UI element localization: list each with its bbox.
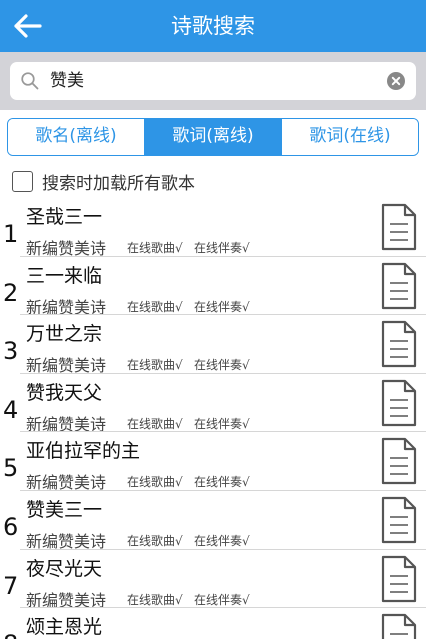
result-number: 3	[3, 337, 19, 366]
tab-lyrics-online[interactable]: 歌词(在线)	[281, 119, 418, 155]
document-icon[interactable]	[381, 437, 417, 485]
song-title: 赞美三一	[26, 498, 103, 521]
song-title: 三一来临	[26, 264, 103, 287]
document-icon[interactable]	[381, 379, 417, 427]
list-item[interactable]: 1 圣哉三一 新编赞美诗 在线歌曲√ 在线伴奏√	[0, 198, 426, 258]
search-mode-tabs: 歌名(离线) 歌词(离线) 歌词(在线)	[7, 118, 419, 156]
page-title: 诗歌搜索	[171, 14, 255, 38]
online-song-tag: 在线歌曲√	[127, 299, 183, 314]
clear-icon[interactable]	[387, 72, 405, 90]
document-icon[interactable]	[381, 320, 417, 368]
load-all-books-option: 搜索时加载所有歌本	[12, 168, 195, 194]
result-number: 7	[3, 571, 19, 600]
online-song-tag: 在线歌曲√	[127, 475, 183, 490]
online-song-tag: 在线歌曲√	[127, 533, 183, 548]
online-accompaniment-tag: 在线伴奏√	[194, 533, 250, 548]
song-title: 亚伯拉罕的主	[26, 440, 141, 463]
list-item[interactable]: 7 夜尽光天 新编赞美诗 在线歌曲√ 在线伴奏√	[0, 550, 426, 610]
list-item[interactable]: 3 万世之宗 新编赞美诗 在线歌曲√ 在线伴奏√	[0, 315, 426, 375]
result-number: 1	[3, 220, 19, 248]
document-icon[interactable]	[381, 203, 417, 251]
result-number: 8	[3, 630, 18, 639]
search-query: 赞美	[50, 71, 84, 91]
song-title: 颂主恩光	[26, 616, 103, 639]
document-icon[interactable]	[381, 613, 417, 639]
list-item[interactable]: 6 赞美三一 新编赞美诗 在线歌曲√ 在线伴奏√	[0, 491, 426, 551]
online-accompaniment-tag: 在线伴奏√	[194, 241, 250, 255]
list-item[interactable]: 5 亚伯拉罕的主 新编赞美诗 在线歌曲√ 在线伴奏√	[0, 432, 426, 492]
online-song-tag: 在线歌曲√	[127, 592, 183, 607]
document-icon[interactable]	[381, 262, 417, 310]
result-number: 6	[3, 512, 19, 541]
document-icon[interactable]	[381, 496, 417, 544]
list-item[interactable]: 4 赞我天父 新编赞美诗 在线歌曲√ 在线伴奏√	[0, 374, 426, 434]
results-list: 1 圣哉三一 新编赞美诗 在线歌曲√ 在线伴奏√ 2 三一来临 新编赞美诗 在线…	[0, 198, 426, 639]
online-accompaniment-tag: 在线伴奏√	[194, 592, 250, 607]
list-item[interactable]: 8 颂主恩光	[0, 608, 426, 639]
online-accompaniment-tag: 在线伴奏√	[194, 358, 250, 373]
search-bar: 赞美	[0, 52, 426, 110]
search-input[interactable]: 赞美	[10, 62, 416, 100]
online-accompaniment-tag: 在线伴奏√	[194, 299, 250, 314]
result-number: 5	[3, 454, 19, 483]
result-number: 4	[3, 395, 19, 424]
song-title: 圣哉三一	[26, 206, 103, 228]
load-all-books-checkbox[interactable]	[12, 170, 33, 192]
song-title: 万世之宗	[26, 323, 103, 346]
song-title: 夜尽光天	[26, 557, 103, 580]
tab-title-offline[interactable]: 歌名(离线)	[8, 119, 144, 155]
online-accompaniment-tag: 在线伴奏√	[194, 416, 250, 431]
online-song-tag: 在线歌曲√	[127, 241, 183, 255]
app-header: 诗歌搜索	[0, 0, 426, 52]
online-song-tag: 在线歌曲√	[127, 416, 183, 431]
online-song-tag: 在线歌曲√	[127, 358, 183, 373]
list-item[interactable]: 2 三一来临 新编赞美诗 在线歌曲√ 在线伴奏√	[0, 257, 426, 317]
tab-lyrics-offline[interactable]: 歌词(离线)	[144, 119, 281, 155]
online-accompaniment-tag: 在线伴奏√	[194, 475, 250, 490]
load-all-books-label[interactable]: 搜索时加载所有歌本	[42, 169, 195, 194]
song-title: 赞我天父	[26, 381, 103, 404]
document-icon[interactable]	[381, 555, 417, 603]
search-icon	[21, 72, 39, 90]
result-number: 2	[3, 278, 19, 307]
